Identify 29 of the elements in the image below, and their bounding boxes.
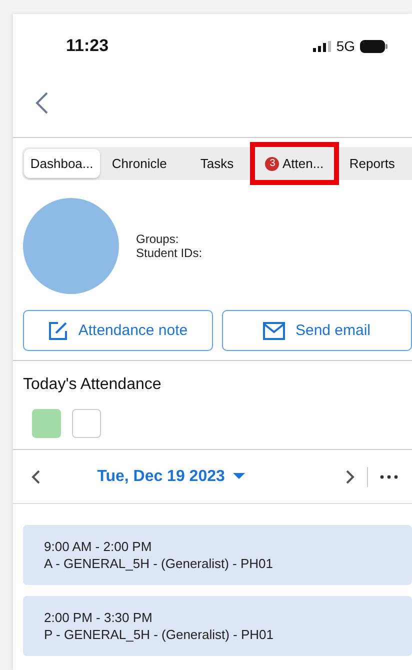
action-button[interactable]: Attendance note [23,310,213,351]
edit-icon [48,320,68,340]
tab[interactable]: 3 Atten... [256,149,332,178]
session-time: 9:00 AM - 2:00 PM [44,539,153,554]
next-icon[interactable] [345,468,355,484]
profile-label: Groups: [136,232,180,246]
session-detail: A - GENERAL_5H - (Generalist) - PH01 [44,556,274,571]
profile-label: Student IDs: [136,246,202,260]
back-icon[interactable] [35,92,49,114]
session-card[interactable]: 2:00 PM - 3:30 PM P - GENERAL_5H - (Generalist) - PH01 [23,596,412,656]
tab[interactable]: Dashboa... [24,149,100,178]
session-card[interactable]: 9:00 AM - 2:00 PM A - GENERAL_5H - (Generalist) - PH01 [23,525,412,585]
tab[interactable]: Chronicle [102,149,178,178]
battery-icon [360,40,388,52]
section-title: Today's Attendance [23,376,162,394]
network-label: 5G [336,38,355,54]
mail-icon [263,322,286,340]
session-detail: P - GENERAL_5H - (Generalist) - PH01 [44,627,274,642]
date-dropdown[interactable]: Tue, Dec 19 2023 [41,466,345,486]
previous-icon[interactable] [31,468,41,484]
tab[interactable]: Reports [334,149,410,178]
status-time: 11:23 [66,36,109,56]
signal-icon [313,40,332,52]
count-badge: 3 [265,156,280,170]
action-button[interactable]: Send email [222,310,412,351]
session-time: 2:00 PM - 3:30 PM [44,610,154,625]
tab[interactable]: Tasks [179,149,255,178]
more-icon[interactable] [380,474,398,478]
caret-icon [232,473,245,480]
